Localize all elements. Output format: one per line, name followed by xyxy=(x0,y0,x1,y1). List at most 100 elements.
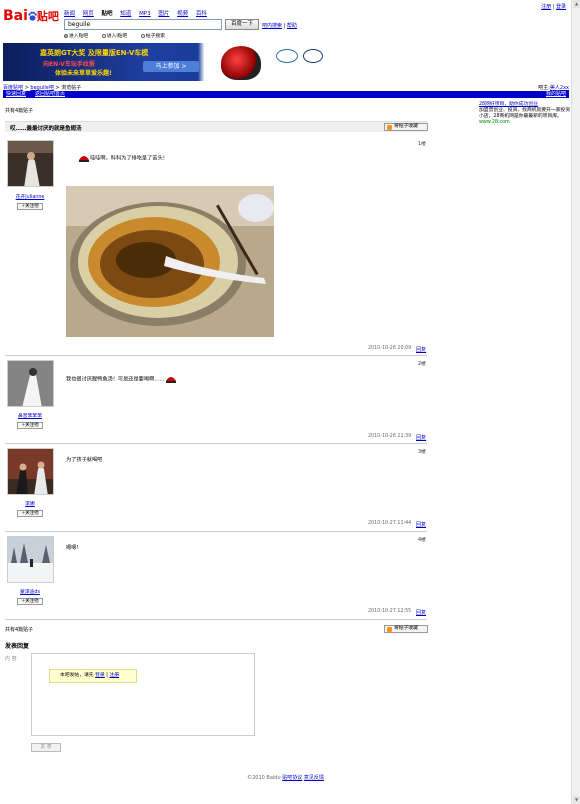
post-divider xyxy=(5,619,427,620)
prompt-register-link[interactable]: 注册 xyxy=(109,673,119,678)
post-username[interactable]: 花开Julianne xyxy=(5,193,55,200)
post-date: 2010-10-26 21:39 xyxy=(368,434,412,439)
submit-button[interactable]: 发 表 xyxy=(31,743,61,752)
follow-button[interactable]: +关注他 xyxy=(17,510,43,517)
post-text: 为了孩子就喝吧 xyxy=(66,457,103,463)
login-prompt: 本吧发帖，请先 登录 | 注册 xyxy=(49,669,137,683)
bar-owner: 吧主:美人2xx xyxy=(538,85,569,91)
avatar[interactable] xyxy=(7,140,54,187)
avatar[interactable] xyxy=(7,448,54,495)
option-post-search[interactable]: 帖子搜索 xyxy=(140,34,171,39)
floor-number: 3楼 xyxy=(418,450,426,455)
favorite-thread-button[interactable]: 将帖子收藏 xyxy=(384,123,428,131)
reply-count: 共有4篇贴子 xyxy=(5,108,34,114)
prompt-login-link[interactable]: 登录 xyxy=(95,673,105,678)
follow-button[interactable]: +关注他 xyxy=(17,598,43,605)
post-username[interactable]: 蒙泽迪ds xyxy=(5,588,55,595)
nav-baike[interactable]: 百科 xyxy=(196,11,207,17)
post-date: 2010-10-27 12:55 xyxy=(368,609,412,614)
radio-icon[interactable] xyxy=(101,34,106,38)
quick-reply-link[interactable]: 快速回复 xyxy=(6,91,26,98)
nav-tieba[interactable]: 贴吧 xyxy=(102,11,113,17)
reply-editor[interactable] xyxy=(31,653,255,736)
my-tieba-link[interactable]: 我的贴吧 xyxy=(546,91,566,98)
banner-line2: 向EN-V车坛手纹报 xyxy=(43,61,95,68)
radio-icon[interactable] xyxy=(140,34,145,38)
post-date: 2010-10-27 11:44 xyxy=(368,521,412,526)
logo-bai: Bai xyxy=(3,8,28,24)
scroll-down-icon[interactable]: ▼ xyxy=(573,796,580,804)
reply-link[interactable]: 回复 xyxy=(416,346,426,353)
brand-logo-icon xyxy=(276,49,298,63)
follow-button[interactable]: +关注他 xyxy=(17,203,43,210)
nav-mp3[interactable]: MP3 xyxy=(139,11,151,17)
side-ad-body: 加盟普创业、投资、找商机就要开一家投资小店，28商机网是你最最新的项目库。 xyxy=(479,108,571,119)
logo-tieba: 贴吧 xyxy=(36,10,59,23)
avatar[interactable] xyxy=(7,536,54,583)
post-username[interactable]: 李娜 xyxy=(5,500,55,507)
post-username[interactable]: 鼻音笨笨笨 xyxy=(5,412,55,419)
post-image[interactable] xyxy=(66,186,274,337)
bottom-favorite-button[interactable]: 将帖子收藏 xyxy=(384,625,428,633)
bar-home-link[interactable]: 返回贴吧首页 xyxy=(35,91,65,98)
thread-title: 哎……最最讨厌的就是鱼翅汤 xyxy=(10,126,82,132)
product-nav: 新闻 网页 贴吧 知道 MP3 图片 视频 百科 xyxy=(64,9,213,17)
search-options: 进入贴吧 进入i贴吧 帖子搜索 xyxy=(64,32,177,39)
footer: ©2010 Baidu 贴吧协议 意见反馈 xyxy=(247,775,324,781)
reply-heading: 发表回复 xyxy=(5,643,30,650)
baidu-tieba-logo[interactable]: Bai 贴吧 xyxy=(3,8,61,30)
search-input[interactable]: beguile xyxy=(64,19,222,30)
nav-images[interactable]: 图片 xyxy=(158,11,169,17)
search-button[interactable]: 百度一下 xyxy=(225,19,259,30)
top-links: 注册 | 登录 xyxy=(541,4,566,10)
post-divider xyxy=(5,355,427,356)
avatar[interactable] xyxy=(7,360,54,407)
banner-cta-button[interactable]: 马上参加 > xyxy=(143,61,199,72)
helmet-image xyxy=(221,46,261,80)
side-ad: 28网好项目，助你成功创业 加盟普创业、投资、找商机就要开一家投资小店，28商机… xyxy=(479,102,571,126)
bar-nav: 快速回复 返回贴吧首页 我的贴吧 xyxy=(3,91,569,98)
inbar-search-link[interactable]: 吧内搜索 xyxy=(262,23,282,29)
option-enter-tieba[interactable]: 进入贴吧 xyxy=(64,34,94,39)
post-text: 嗯嗯! xyxy=(66,545,79,551)
help-link[interactable]: 帮助 xyxy=(287,23,297,29)
floor-number: 4楼 xyxy=(418,538,426,543)
thread-title-bar: 哎……最最讨厌的就是鱼翅汤 xyxy=(5,121,427,132)
post-divider xyxy=(5,443,427,444)
side-ad-url[interactable]: www.28.com xyxy=(479,120,571,126)
follow-button[interactable]: +关注他 xyxy=(17,422,43,429)
car-brand-logo-icon xyxy=(303,49,323,63)
nav-news[interactable]: 新闻 xyxy=(64,11,75,17)
nav-web[interactable]: 网页 xyxy=(83,11,94,17)
post-text: 哇哇啊，科科为了排吃呈了苦头！ xyxy=(78,153,168,163)
reply-link[interactable]: 回复 xyxy=(416,434,426,441)
post-date: 2010-10-26 20:09 xyxy=(368,346,412,351)
bottom-reply-count: 共有4篇贴子 xyxy=(5,627,34,633)
search-extra-links: 吧内搜索 | 帮助 xyxy=(262,23,297,29)
emoticon-icon xyxy=(165,374,177,384)
floor-number: 2楼 xyxy=(418,362,426,367)
login-link[interactable]: 登录 xyxy=(556,4,566,10)
banner-line3: 体验未来草草爱乐趣! xyxy=(55,70,112,77)
reply-link[interactable]: 回复 xyxy=(416,609,426,616)
post-divider xyxy=(5,531,427,532)
reply-link[interactable]: 回复 xyxy=(416,521,426,528)
feedback-link[interactable]: 意见反馈 xyxy=(304,775,324,781)
paw-icon xyxy=(28,11,37,21)
scroll-up-icon[interactable]: ▲ xyxy=(573,0,580,8)
emoticon-icon xyxy=(78,153,90,163)
nav-video[interactable]: 视频 xyxy=(177,11,188,17)
option-enter-itieba[interactable]: 进入i贴吧 xyxy=(101,34,134,39)
radio-selected-icon[interactable] xyxy=(64,34,68,38)
content-label: 内 容 xyxy=(5,656,17,662)
breadcrumb: 百度贴吧 > beguile吧 > 浏览帖子 xyxy=(3,85,82,91)
vertical-scrollbar[interactable]: ▲ ▼ xyxy=(571,0,580,804)
nav-zhidao[interactable]: 知道 xyxy=(120,11,131,17)
agreement-link[interactable]: 贴吧协议 xyxy=(282,775,302,781)
rss-icon xyxy=(387,125,392,130)
register-link[interactable]: 注册 xyxy=(541,4,551,10)
rss-icon xyxy=(387,627,392,632)
post-text: 我也很讨厌腥鸭鱼汤！可是还是要喝啊…… xyxy=(66,374,177,384)
banner-line1: 嘉英朗GT大奖 及限量版EN-V车模 xyxy=(40,49,149,57)
ad-banner[interactable]: 嘉英朗GT大奖 及限量版EN-V车模 向EN-V车坛手纹报 体验未来草草爱乐趣!… xyxy=(3,43,328,81)
